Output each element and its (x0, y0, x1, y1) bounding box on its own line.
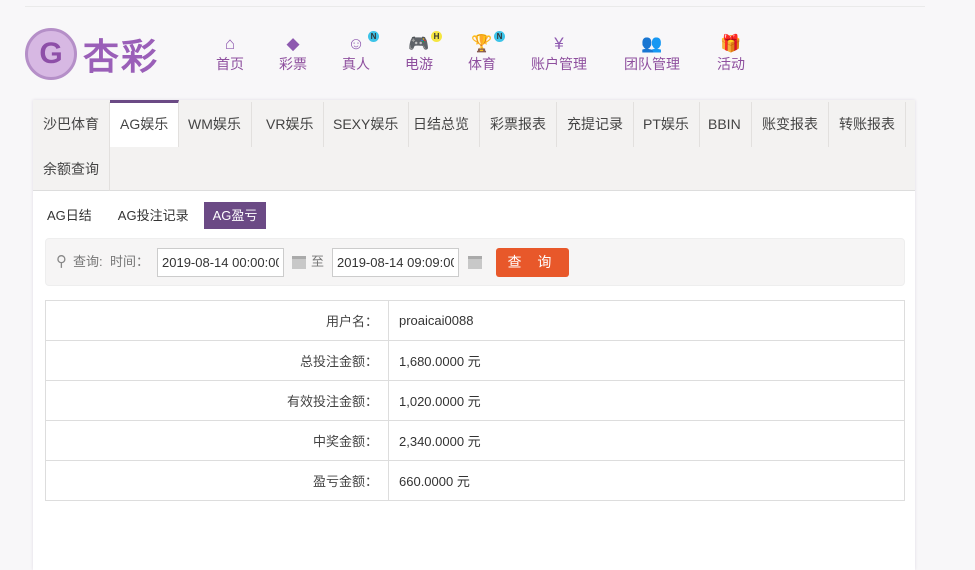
nav-team[interactable]: 👥 团队管理 (624, 34, 680, 74)
tab-deposit-withdraw[interactable]: 充提记录 (557, 102, 634, 147)
gift-icon: 🎁 (720, 34, 742, 53)
nav-home[interactable]: ⌂ 首页 (216, 34, 244, 74)
subtab-ag-profit[interactable]: AG盈亏 (203, 202, 267, 229)
end-time-input[interactable] (332, 248, 459, 277)
nav-live[interactable]: ☺ N 真人 (342, 31, 379, 74)
tab-ag[interactable]: AG娱乐 (110, 100, 180, 147)
row-label: 盈亏金额： (45, 460, 389, 501)
calendar-icon[interactable] (292, 256, 306, 269)
badge: N (494, 31, 505, 42)
table-row: 有效投注金额： 1,020.0000 元 (45, 380, 905, 421)
tab-pt[interactable]: PT娱乐 (633, 102, 700, 147)
nav-label: 团队管理 (624, 56, 680, 72)
tab-balance-change[interactable]: 账变报表 (752, 102, 829, 147)
team-icon: 👥 (641, 34, 663, 53)
subtab-ag-bets[interactable]: AG投注记录 (109, 202, 198, 229)
report-panel: 沙巴体育 AG娱乐 WM娱乐 VR娱乐 SEXY娱乐 日结总览 彩票报表 充提记… (33, 100, 915, 570)
row-label: 总投注金额： (45, 340, 389, 381)
row-value: 1,020.0000 元 (388, 380, 905, 421)
query-label: 查询: (73, 254, 103, 269)
report-tabs: 沙巴体育 AG娱乐 WM娱乐 VR娱乐 SEXY娱乐 日结总览 彩票报表 充提记… (33, 100, 915, 191)
table-row: 中奖金额： 2,340.0000 元 (45, 420, 905, 461)
badge: N (368, 31, 379, 42)
gamepad-icon: 🎮 H (405, 31, 442, 54)
sub-tabs: AG日结 AG投注记录 AG盈亏 (38, 202, 267, 229)
search-icon: ⚲ (56, 253, 67, 270)
tab-sexy[interactable]: SEXY娱乐 (323, 102, 410, 147)
profit-summary-table: 用户名： proaicai0088 总投注金额： 1,680.0000 元 有效投注… (45, 300, 905, 501)
tab-vr[interactable]: VR娱乐 (256, 102, 325, 147)
calendar-icon[interactable] (468, 256, 482, 269)
row-value: 2,340.0000 元 (388, 420, 905, 461)
row-label: 有效投注金额： (45, 380, 389, 421)
to-label: 至 (311, 254, 325, 269)
top-divider (25, 6, 925, 7)
table-row: 盈亏金额： 660.0000 元 (45, 460, 905, 501)
query-bar: ⚲ 查询: 时间： 至 查 询 (45, 238, 905, 286)
nav-slots[interactable]: 🎮 H 电游 (405, 31, 442, 74)
nav-sports[interactable]: 🏆 N 体育 (468, 31, 505, 74)
row-value: 1,680.0000 元 (388, 340, 905, 381)
tab-daily-overview[interactable]: 日结总览 (403, 102, 480, 147)
nav-label: 账户管理 (531, 56, 587, 72)
row-label: 用户名： (45, 300, 389, 341)
badge: H (431, 31, 442, 42)
tab-bbin[interactable]: BBIN (698, 102, 752, 147)
live-dealer-icon: ☺ N (342, 31, 379, 54)
subtab-ag-daily[interactable]: AG日结 (38, 202, 101, 229)
nav-label: 电游 (405, 56, 433, 72)
logo-emblem-icon: G (25, 28, 77, 80)
table-row: 总投注金额： 1,680.0000 元 (45, 340, 905, 381)
logo[interactable]: G 杏彩 (25, 28, 159, 80)
start-time-input[interactable] (157, 248, 284, 277)
logo-text: 杏彩 (83, 36, 160, 77)
glyph: 🏆 (471, 34, 493, 53)
table-row: 用户名： proaicai0088 (45, 300, 905, 341)
nav-promo[interactable]: 🎁 活动 (717, 34, 745, 74)
row-value: 660.0000 元 (388, 460, 905, 501)
trophy-icon: 🏆 N (468, 31, 505, 54)
nav-label: 体育 (468, 56, 496, 72)
query-button[interactable]: 查 询 (496, 248, 569, 277)
glyph: ☺ (347, 34, 365, 53)
tab-transfer-report[interactable]: 转账报表 (829, 102, 906, 147)
tab-saba[interactable]: 沙巴体育 (33, 102, 110, 147)
row-value: proaicai0088 (388, 300, 905, 341)
row-label: 中奖金额： (45, 420, 389, 461)
nav-lottery[interactable]: ◆ 彩票 (279, 34, 307, 74)
nav-label: 首页 (216, 56, 244, 72)
tab-wm[interactable]: WM娱乐 (178, 102, 252, 147)
glyph: 🎮 (408, 34, 430, 53)
nav-account[interactable]: ¥ 账户管理 (531, 34, 587, 74)
tab-lottery-report[interactable]: 彩票报表 (480, 102, 557, 147)
nav-label: 彩票 (279, 56, 307, 72)
time-label: 时间： (110, 254, 150, 269)
home-icon: ⌂ (224, 34, 236, 53)
ticket-icon: ◆ (286, 34, 300, 53)
tab-balance-query[interactable]: 余额查询 (33, 147, 110, 191)
nav-label: 真人 (342, 56, 370, 72)
nav-label: 活动 (717, 56, 745, 72)
yen-coin-icon: ¥ (554, 34, 564, 53)
